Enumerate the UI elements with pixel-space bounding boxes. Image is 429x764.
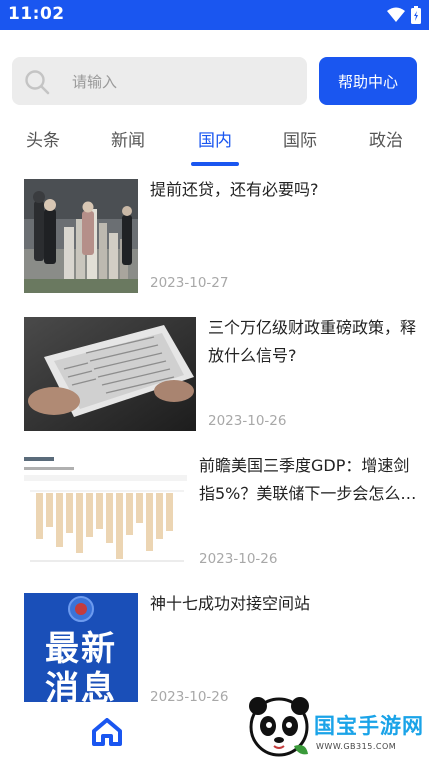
status-time: 11:02 [8, 4, 65, 24]
news-thumbnail [24, 179, 138, 293]
search-icon [24, 69, 50, 99]
news-thumbnail [24, 455, 187, 569]
help-center-button[interactable]: 帮助中心 [319, 57, 417, 105]
tab-politics[interactable]: 政治 [354, 126, 418, 151]
news-title: 神十七成功对接空间站 [150, 594, 311, 613]
news-date: 2023-10-26 [199, 551, 278, 567]
news-item[interactable]: 提前还贷，还有必要吗? 2023-10-27 [24, 179, 429, 294]
breaking-news-text-line2: 消息 [45, 669, 117, 703]
tab-news[interactable]: 新闻 [96, 126, 160, 151]
category-tabs: 头条 新闻 国内 国际 政治 [0, 118, 429, 168]
news-title: 提前还贷，还有必要吗? [150, 180, 319, 199]
watermark-url: WWW.GB315.COM [316, 742, 397, 751]
wifi-icon [387, 7, 405, 27]
news-thumbnail: 最新 消息 [24, 593, 138, 703]
news-thumbnail [24, 317, 196, 431]
search-row: 帮助中心 [12, 57, 417, 105]
status-bar: 11:02 [0, 0, 429, 30]
tab-domestic[interactable]: 国内 [183, 126, 247, 151]
watermark-brand: 国宝手游网 [314, 714, 424, 738]
news-date: 2023-10-27 [150, 275, 229, 291]
battery-icon [411, 6, 421, 28]
search-box[interactable] [12, 57, 307, 105]
tab-international[interactable]: 国际 [268, 126, 332, 151]
active-tab-indicator [191, 162, 239, 166]
status-icons [387, 6, 421, 28]
search-input[interactable] [70, 69, 299, 95]
tab-headlines[interactable]: 头条 [11, 126, 75, 151]
news-item[interactable]: 三个万亿级财政重磅政策，释放什么信号? 2023-10-26 [24, 317, 429, 432]
watermark: 国宝手游网 WWW.GB315.COM [238, 690, 429, 762]
news-title: 前瞻美国三季度GDP：增速剑指5%？美联储下一步会怎么… [199, 456, 417, 503]
panda-logo-icon [246, 694, 312, 764]
news-item[interactable]: 前瞻美国三季度GDP：增速剑指5%？美联储下一步会怎么… 2023-10-26 [24, 455, 429, 570]
news-date: 2023-10-26 [208, 413, 287, 429]
news-title: 三个万亿级财政重磅政策，释放什么信号? [208, 318, 417, 365]
home-icon[interactable] [92, 718, 122, 750]
